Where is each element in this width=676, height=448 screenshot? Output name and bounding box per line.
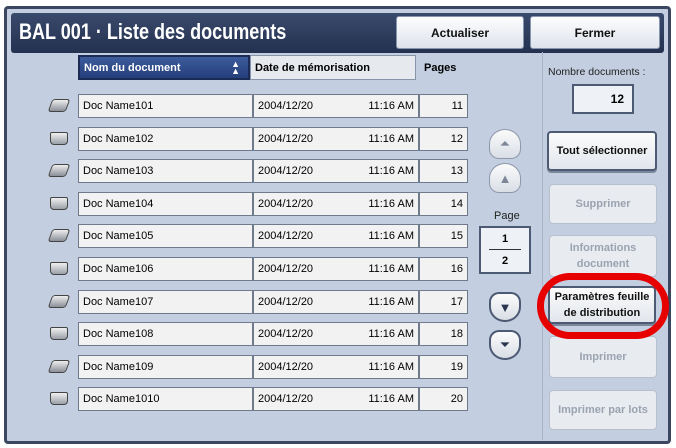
doc-name-cell[interactable]: Doc Name105	[78, 224, 253, 249]
table-row[interactable]: Doc Name107 2004/12/20 11:16 AM 17	[47, 289, 468, 314]
document-count: 12	[572, 84, 634, 114]
document-box-icon	[50, 196, 68, 210]
doc-name-cell[interactable]: Doc Name109	[78, 354, 253, 379]
doc-name-cell[interactable]: Doc Name106	[78, 257, 253, 281]
arrow-up-icon: ▲	[498, 170, 512, 186]
pages-cell[interactable]: 11	[419, 94, 468, 118]
time-value: 11:16 AM	[368, 328, 414, 341]
doc-name-cell[interactable]: Doc Name104	[78, 191, 253, 216]
last-page-icon: ⏷	[499, 337, 511, 352]
doc-name-cell[interactable]: Doc Name102	[78, 126, 253, 151]
delete-button[interactable]: Supprimer	[549, 184, 657, 224]
table-row[interactable]: Doc Name105 2004/12/20 11:16 AM 15	[47, 224, 468, 249]
table-row[interactable]: Doc Name102 2004/12/20 11:16 AM 12	[50, 126, 468, 151]
page-label: Page	[494, 210, 520, 222]
pages-cell[interactable]: 17	[419, 289, 468, 314]
first-page-icon: ⏶	[499, 136, 511, 151]
pages-cell[interactable]: 12	[419, 126, 468, 151]
doc-name-cell[interactable]: Doc Name1010	[78, 387, 253, 412]
close-button[interactable]: Fermer	[530, 16, 660, 49]
date-value: 2004/12/20	[258, 263, 314, 275]
arrow-down-icon: ▼	[498, 299, 512, 315]
doc-name-cell[interactable]: Doc Name101	[78, 94, 253, 118]
column-header-pages: Pages	[424, 61, 457, 74]
time-value: 11:16 AM	[368, 295, 414, 308]
refresh-button[interactable]: Actualiser	[396, 16, 524, 49]
scroll-bottom-button[interactable]: ⏷	[489, 330, 521, 360]
table-row[interactable]: Doc Name108 2004/12/20 11:16 AM 18	[50, 322, 468, 347]
pages-cell[interactable]: 15	[419, 224, 468, 249]
date-value: 2004/12/20	[258, 360, 314, 373]
date-cell[interactable]: 2004/12/20 11:16 AM	[253, 289, 419, 314]
pages-cell[interactable]: 19	[419, 354, 468, 379]
date-value: 2004/12/20	[258, 100, 314, 112]
time-value: 11:16 AM	[368, 360, 414, 373]
doc-name-cell[interactable]: Doc Name108	[78, 322, 253, 347]
document-box-icon	[50, 131, 68, 145]
total-pages: 2	[501, 255, 509, 267]
table-row[interactable]: Doc Name104 2004/12/20 11:16 AM 14	[50, 191, 468, 216]
scroll-up-button[interactable]: ▲	[489, 163, 521, 193]
doc-name-cell[interactable]: Doc Name103	[78, 159, 253, 184]
document-box-icon	[50, 392, 68, 406]
highlight-circle	[537, 273, 669, 339]
time-value: 11:16 AM	[368, 230, 414, 243]
date-value: 2004/12/20	[258, 295, 314, 308]
time-value: 11:16 AM	[368, 393, 414, 406]
date-value: 2004/12/20	[258, 132, 314, 145]
time-value: 11:16 AM	[368, 197, 414, 210]
doc-name-cell[interactable]: Doc Name107	[78, 289, 253, 314]
table-row[interactable]: Doc Name103 2004/12/20 11:16 AM 13	[47, 159, 468, 184]
date-value: 2004/12/20	[258, 393, 314, 406]
time-value: 11:16 AM	[368, 132, 414, 145]
page-indicator: 1 2	[479, 226, 531, 274]
select-all-button[interactable]: Tout sélectionner	[547, 131, 657, 171]
pages-cell[interactable]: 20	[419, 387, 468, 412]
date-cell[interactable]: 2004/12/20 11:16 AM	[253, 126, 419, 151]
time-value: 11:16 AM	[368, 165, 414, 178]
date-cell[interactable]: 2004/12/20 11:16 AM	[253, 159, 419, 184]
date-cell[interactable]: 2004/12/20 11:16 AM	[253, 224, 419, 249]
scroll-top-button[interactable]: ⏶	[489, 129, 521, 159]
date-cell[interactable]: 2004/12/20 11:16 AM	[253, 387, 419, 412]
current-page: 1	[489, 228, 521, 250]
page-title: BAL 001 · Liste des documents	[19, 19, 287, 44]
date-cell[interactable]: 2004/12/20 11:16 AM	[253, 191, 419, 216]
column-header-date[interactable]: Date de mémorisation	[250, 55, 416, 80]
column-header-name-label: Nom du document	[84, 61, 181, 74]
time-value: 11:16 AM	[368, 100, 414, 112]
table-row[interactable]: Doc Name1010 2004/12/20 11:16 AM 20	[50, 387, 468, 412]
table-row[interactable]: Doc Name109 2004/12/20 11:16 AM 19	[47, 354, 468, 379]
date-cell[interactable]: 2004/12/20 11:16 AM	[253, 354, 419, 379]
date-value: 2004/12/20	[258, 328, 314, 341]
date-value: 2004/12/20	[258, 197, 314, 210]
date-cell[interactable]: 2004/12/20 11:16 AM	[253, 94, 419, 118]
date-value: 2004/12/20	[258, 165, 314, 178]
date-cell[interactable]: 2004/12/20 11:16 AM	[253, 257, 419, 281]
print-button[interactable]: Imprimer	[549, 336, 657, 378]
pages-cell[interactable]: 16	[419, 257, 468, 281]
scroll-down-button[interactable]: ▼	[489, 292, 521, 322]
column-header-name[interactable]: Nom du document ▲ ▲	[78, 55, 250, 80]
table-row[interactable]: Doc Name101 2004/12/20 11:16 AM 11	[47, 94, 468, 118]
table-row[interactable]: Doc Name106 2004/12/20 11:16 AM 16	[50, 257, 468, 281]
time-value: 11:16 AM	[368, 263, 414, 275]
title-bar: BAL 001 · Liste des documents Actualiser…	[11, 13, 664, 53]
divider	[542, 52, 543, 440]
date-value: 2004/12/20	[258, 230, 314, 243]
document-box-icon	[50, 327, 68, 341]
document-count-label: Nombre documents :	[548, 66, 646, 78]
batch-print-button[interactable]: Imprimer par lots	[549, 390, 657, 430]
sort-ascending-icon: ▲ ▲	[231, 59, 240, 76]
pages-cell[interactable]: 18	[419, 322, 468, 347]
pages-cell[interactable]: 14	[419, 191, 468, 216]
document-info-button[interactable]: Informations document	[549, 235, 657, 277]
document-box-icon	[50, 262, 68, 275]
date-cell[interactable]: 2004/12/20 11:16 AM	[253, 322, 419, 347]
pages-cell[interactable]: 13	[419, 159, 468, 184]
